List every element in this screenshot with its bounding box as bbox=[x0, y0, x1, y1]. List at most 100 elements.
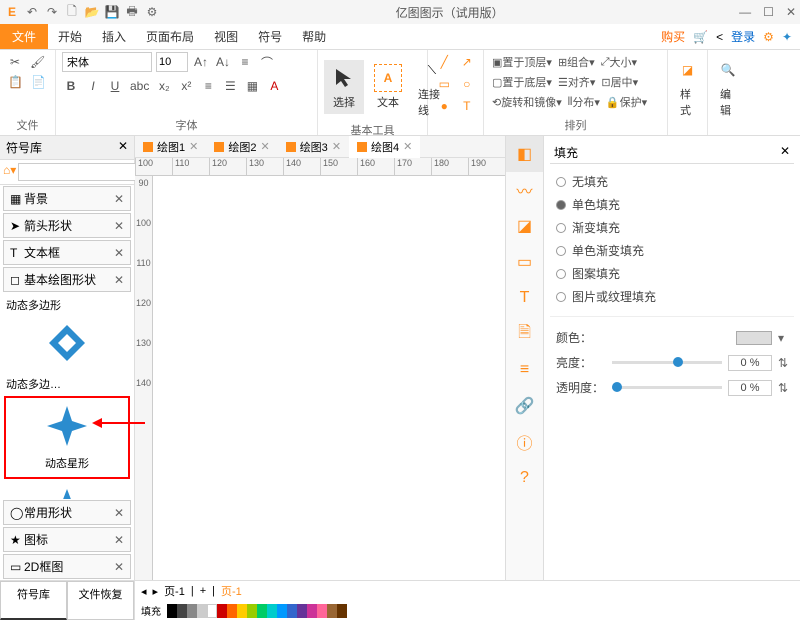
protect-button[interactable]: 🔒 保护▾ bbox=[604, 92, 649, 112]
text-shape-icon[interactable]: T bbox=[457, 96, 478, 116]
buy-link[interactable]: 购买 bbox=[661, 28, 685, 45]
sheet-label[interactable]: 页-1 bbox=[221, 583, 242, 599]
new-icon[interactable]: 🗋 bbox=[64, 4, 80, 20]
opacity-value[interactable]: 0 % bbox=[728, 380, 772, 396]
tab-close-icon[interactable]: ✕ bbox=[189, 140, 198, 153]
tab-drawing4[interactable]: 绘图4✕ bbox=[349, 136, 420, 158]
cat-arrows[interactable]: ➤箭头形状✕ bbox=[3, 213, 131, 238]
dyn-star-alt-shape[interactable] bbox=[4, 481, 130, 499]
symbol-menu[interactable]: 符号 bbox=[248, 24, 292, 49]
dyn-polygon-shape[interactable] bbox=[4, 317, 130, 372]
font-color-icon[interactable]: A bbox=[265, 76, 283, 96]
tab-drawing1[interactable]: 绘图1✕ bbox=[135, 136, 206, 158]
layer-tab-icon[interactable]: ≡ bbox=[506, 352, 543, 388]
cat-basic-shapes[interactable]: ◻基本绘图形状✕ bbox=[3, 267, 131, 292]
info-tab-icon[interactable]: ⓘ bbox=[506, 424, 543, 460]
bring-front-button[interactable]: ▣ 置于顶层▾ bbox=[490, 52, 554, 72]
select-tool[interactable]: 选择 bbox=[324, 60, 364, 114]
increase-font-icon[interactable]: A↑ bbox=[192, 52, 210, 72]
undo-icon[interactable]: ↶ bbox=[24, 4, 40, 20]
canvas[interactable]: 100110120130140150160170180190 901001101… bbox=[135, 158, 505, 580]
cat-common[interactable]: ◯常用形状✕ bbox=[3, 500, 131, 525]
fill-panel-close-icon[interactable]: ✕ bbox=[780, 144, 790, 161]
italic-button[interactable]: I bbox=[84, 76, 102, 96]
dyn-star-shape[interactable]: 动态星形 bbox=[4, 396, 130, 479]
font-size-select[interactable] bbox=[156, 52, 188, 72]
arrow-shape-icon[interactable]: ↗ bbox=[457, 52, 478, 72]
strike-button[interactable]: abc bbox=[128, 76, 151, 96]
size-button[interactable]: ⤢ 大小▾ bbox=[599, 52, 639, 72]
save-icon[interactable]: 💾 bbox=[104, 4, 120, 20]
cat-background[interactable]: ▦背景✕ bbox=[3, 186, 131, 211]
page-label[interactable]: 页-1 bbox=[164, 583, 185, 599]
start-menu[interactable]: 开始 bbox=[48, 24, 92, 49]
add-page-icon[interactable]: + bbox=[200, 585, 206, 597]
distribute-button[interactable]: ⫴ 分布▾ bbox=[566, 92, 602, 112]
print-icon[interactable]: 🖶 bbox=[124, 4, 140, 20]
home-icon[interactable]: ⌂▾ bbox=[3, 163, 16, 181]
group-button[interactable]: ⊞ 组合▾ bbox=[556, 52, 597, 72]
fill-pattern[interactable]: 图案填充 bbox=[550, 262, 794, 285]
tab-close-icon[interactable]: ✕ bbox=[260, 140, 269, 153]
edit-button[interactable]: 🔍 编辑 bbox=[714, 52, 742, 122]
cat-icons[interactable]: ★图标✕ bbox=[3, 527, 131, 552]
font-name-select[interactable] bbox=[62, 52, 152, 72]
fill-picture[interactable]: 图片或纹理填充 bbox=[550, 285, 794, 308]
send-back-button[interactable]: ▢ 置于底层▾ bbox=[490, 72, 554, 92]
cut-icon[interactable]: ✂ bbox=[6, 52, 24, 72]
cart-icon[interactable]: 🛒 bbox=[693, 30, 708, 44]
copy-icon[interactable]: 📋 bbox=[6, 72, 25, 92]
footer-tab-library[interactable]: 符号库 bbox=[0, 581, 67, 620]
settings-icon[interactable]: ⚙ bbox=[763, 30, 774, 44]
color-dropdown-icon[interactable]: ▾ bbox=[778, 331, 788, 345]
fill-onegrad[interactable]: 单色渐变填充 bbox=[550, 239, 794, 262]
footer-tab-recover[interactable]: 文件恢复 bbox=[67, 581, 134, 620]
line-shape-icon[interactable]: ╱ bbox=[434, 52, 455, 72]
curve-icon[interactable]: ⌒ bbox=[258, 52, 276, 72]
help-tab-icon[interactable]: ? bbox=[506, 460, 543, 496]
center-button[interactable]: ⊡ 居中▾ bbox=[599, 72, 640, 92]
style-button[interactable]: ◪ 样式 bbox=[674, 52, 701, 122]
oval-shape-icon[interactable]: ○ bbox=[457, 74, 478, 94]
tab-drawing2[interactable]: 绘图2✕ bbox=[206, 136, 277, 158]
help-menu[interactable]: 帮助 bbox=[292, 24, 336, 49]
rect-shape-icon[interactable]: ▭ bbox=[434, 74, 455, 94]
align-icon[interactable]: ☰ bbox=[221, 76, 239, 96]
open-icon[interactable]: 📂 bbox=[84, 4, 100, 20]
file-menu[interactable]: 文件 bbox=[0, 24, 48, 49]
indent-icon[interactable]: ▦ bbox=[243, 76, 261, 96]
bold-button[interactable]: B bbox=[62, 76, 80, 96]
tab-drawing3[interactable]: 绘图3✕ bbox=[278, 136, 349, 158]
decrease-font-icon[interactable]: A↓ bbox=[214, 52, 232, 72]
subscript-button[interactable]: x₂ bbox=[155, 76, 173, 96]
bullets-icon[interactable]: ≡ bbox=[236, 52, 254, 72]
circle-fill-icon[interactable]: ● bbox=[434, 96, 455, 116]
cat-2dframe[interactable]: ▭2D框图✕ bbox=[3, 554, 131, 579]
page-prev-icon[interactable]: ◂ bbox=[141, 585, 147, 598]
tab-close-icon[interactable]: ✕ bbox=[403, 140, 412, 153]
paste-icon[interactable]: 📄 bbox=[29, 72, 48, 92]
color-swatch[interactable] bbox=[736, 331, 772, 345]
link-tab-icon[interactable]: 🔗 bbox=[506, 388, 543, 424]
page-tab-icon[interactable]: 🗎 bbox=[506, 316, 543, 352]
panel-close-icon[interactable]: ✕ bbox=[118, 139, 128, 156]
insert-menu[interactable]: 插入 bbox=[92, 24, 136, 49]
shadow-tab-icon[interactable]: ◪ bbox=[506, 208, 543, 244]
minimize-button[interactable]: — bbox=[739, 5, 751, 19]
fill-solid[interactable]: 单色填充 bbox=[550, 193, 794, 216]
text-tool[interactable]: A 文本 bbox=[368, 60, 408, 114]
rotate-button[interactable]: ⟲ 旋转和镜像▾ bbox=[490, 92, 564, 112]
align-button[interactable]: ☰ 对齐▾ bbox=[556, 72, 597, 92]
options-icon[interactable]: ⚙ bbox=[144, 4, 160, 20]
line-spacing-icon[interactable]: ≡ bbox=[199, 76, 217, 96]
brightness-slider[interactable] bbox=[612, 361, 722, 364]
spinner-icon[interactable]: ⇅ bbox=[778, 356, 788, 370]
rect-tab-icon[interactable]: ▭ bbox=[506, 244, 543, 280]
redo-icon[interactable]: ↷ bbox=[44, 4, 60, 20]
login-link[interactable]: 登录 bbox=[731, 28, 755, 45]
color-palette[interactable] bbox=[167, 604, 347, 618]
cat-textbox[interactable]: T文本框✕ bbox=[3, 240, 131, 265]
page-next-icon[interactable]: ▸ bbox=[153, 585, 159, 598]
fill-tab-icon[interactable]: ◧ bbox=[506, 136, 543, 172]
opacity-slider[interactable] bbox=[612, 386, 722, 389]
